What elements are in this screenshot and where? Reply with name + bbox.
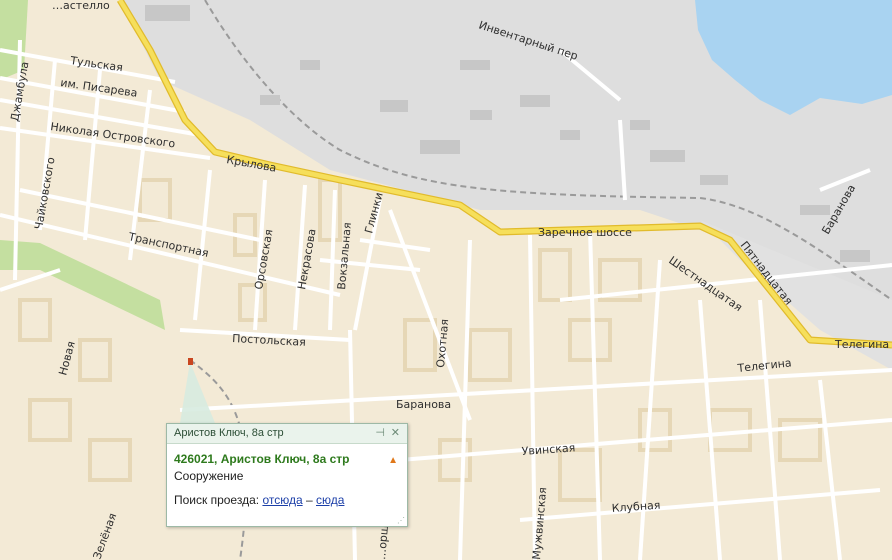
pin-icon[interactable]: ⊣ xyxy=(375,426,385,439)
balloon-header: Аристов Ключ, 8а стр ⊣ ✕ xyxy=(167,424,407,444)
warning-icon[interactable]: ▲ xyxy=(388,455,398,466)
street-label: Телегина xyxy=(834,338,889,351)
route-dash: – xyxy=(305,493,313,507)
balloon-object-type: Сооружение xyxy=(174,469,244,483)
map-canvas[interactable]: …астелло Тульская им. Писарева Джамбула … xyxy=(0,0,892,560)
street-label: Баранова xyxy=(396,398,451,411)
route-label: Поиск проезда: xyxy=(174,493,260,507)
info-balloon: Аристов Ключ, 8а стр ⊣ ✕ 426021, Аристов… xyxy=(166,423,408,527)
street-label: Заречное шоссе xyxy=(538,226,632,239)
location-marker-icon[interactable] xyxy=(188,358,193,365)
close-icon[interactable]: ✕ xyxy=(391,426,400,439)
balloon-body: 426021, Аристов Ключ, 8а стр Сооружение … xyxy=(167,444,407,515)
balloon-title: Аристов Ключ, 8а стр xyxy=(174,427,284,439)
route-search: Поиск проезда: отсюда – сюда xyxy=(174,493,400,507)
street-label: …астелло xyxy=(52,0,110,12)
resize-handle-icon[interactable]: ⋰ xyxy=(397,516,405,525)
route-to-link[interactable]: сюда xyxy=(316,493,344,507)
route-from-link[interactable]: отсюда xyxy=(262,493,302,507)
balloon-address: 426021, Аристов Ключ, 8а стр xyxy=(174,452,350,466)
